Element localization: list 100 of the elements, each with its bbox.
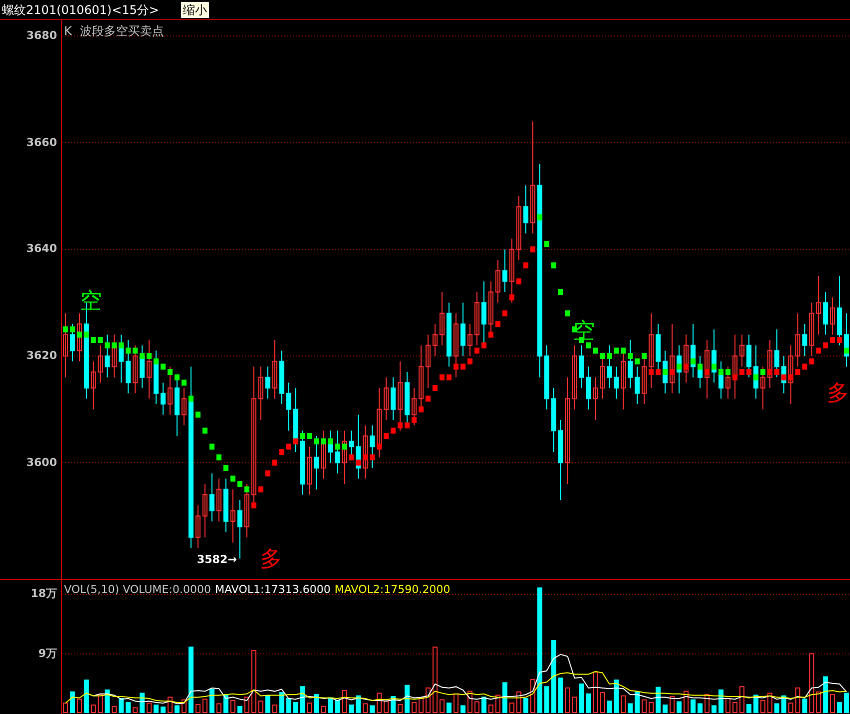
candlestick — [467, 324, 472, 356]
price-axis-label: 3620 — [26, 350, 57, 362]
point — [628, 353, 633, 359]
bar — [516, 691, 522, 713]
point — [606, 353, 612, 359]
bar — [454, 693, 458, 713]
point — [132, 348, 138, 354]
point — [620, 348, 626, 354]
bar — [182, 699, 187, 713]
point — [412, 417, 417, 423]
point — [356, 460, 361, 466]
candlestick — [767, 340, 772, 388]
bar — [732, 702, 738, 713]
point — [544, 241, 550, 247]
point — [648, 369, 654, 375]
bar — [816, 691, 822, 713]
bar — [314, 694, 320, 713]
bar — [614, 680, 619, 713]
candlestick — [746, 334, 752, 378]
bar — [662, 704, 668, 713]
zoom-out-button[interactable]: 缩小 — [181, 2, 210, 18]
candlestick — [440, 292, 445, 346]
point — [84, 332, 89, 338]
candlestick — [586, 366, 591, 410]
bar — [537, 587, 542, 713]
bar — [558, 678, 564, 713]
point — [662, 369, 668, 375]
point — [551, 262, 556, 268]
point — [168, 369, 173, 375]
candlestick — [809, 302, 814, 356]
candlestick — [62, 312, 68, 378]
bar — [648, 702, 654, 713]
volume-axis-label: 9万 — [38, 648, 57, 660]
bar — [788, 702, 794, 713]
bar — [446, 702, 452, 713]
candlestick — [321, 430, 326, 480]
point — [334, 444, 340, 450]
bar — [440, 699, 445, 713]
bar — [202, 698, 208, 713]
candlestick — [502, 248, 508, 292]
bar — [132, 707, 138, 713]
candlestick — [732, 334, 738, 400]
bar — [600, 692, 605, 713]
point — [62, 326, 68, 332]
bar — [606, 700, 612, 713]
point — [523, 262, 528, 268]
candlestick — [98, 344, 103, 384]
bar — [279, 692, 284, 713]
bar — [307, 702, 312, 713]
bar — [398, 704, 403, 713]
point — [70, 326, 75, 332]
point — [174, 374, 180, 380]
point — [739, 369, 744, 375]
bar — [209, 688, 214, 713]
candlestick — [579, 344, 584, 388]
point — [788, 374, 794, 380]
bar — [62, 702, 68, 713]
point — [384, 433, 389, 439]
point — [146, 353, 152, 359]
point — [802, 364, 808, 370]
bar — [244, 696, 250, 713]
bar — [362, 703, 368, 713]
bar — [174, 705, 180, 713]
bar — [634, 691, 640, 713]
candlestick — [454, 312, 458, 378]
candlestick — [265, 366, 270, 400]
bar — [809, 653, 814, 713]
point — [216, 454, 222, 460]
candlestick — [76, 312, 82, 362]
point — [154, 358, 159, 364]
point — [314, 438, 320, 444]
bar — [551, 640, 556, 713]
candlestick — [314, 436, 320, 490]
volume-legend: MAVOL1:17313.6000 — [214, 582, 331, 598]
point — [432, 385, 438, 391]
point — [440, 374, 445, 380]
candlestick — [606, 344, 612, 388]
point — [160, 364, 166, 370]
bar — [467, 690, 472, 713]
point — [321, 438, 326, 444]
candlestick — [816, 276, 822, 336]
bar — [690, 699, 696, 713]
candlestick — [376, 388, 382, 458]
bar — [502, 682, 508, 713]
candlestick — [132, 344, 138, 394]
point — [586, 342, 591, 348]
bar — [823, 676, 828, 713]
point — [474, 348, 480, 354]
point — [495, 321, 500, 327]
bar — [265, 695, 270, 713]
candlestick — [670, 324, 675, 394]
candlestick — [509, 238, 514, 304]
bar — [300, 686, 306, 713]
point — [516, 278, 522, 284]
bar — [802, 698, 808, 713]
point — [537, 214, 542, 220]
candlestick — [307, 446, 312, 496]
point — [460, 364, 466, 370]
point — [837, 337, 842, 343]
bar — [712, 705, 717, 713]
